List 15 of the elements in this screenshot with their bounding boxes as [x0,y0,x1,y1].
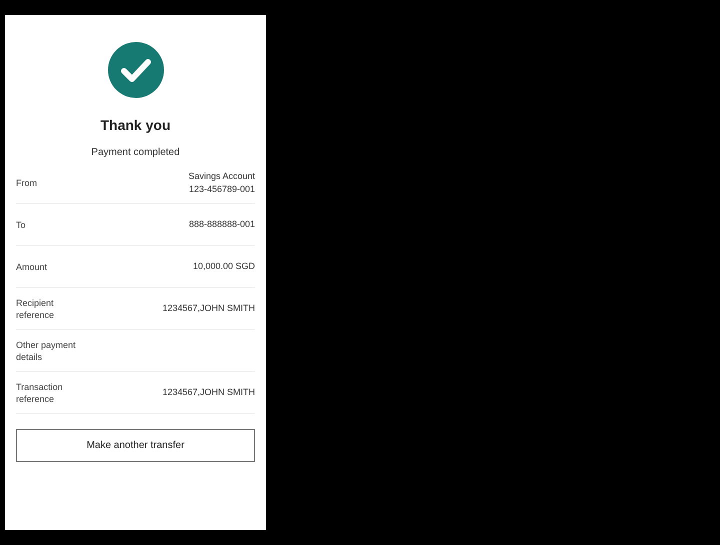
detail-label: To [16,218,26,230]
detail-value: 888-888888-001 [188,218,255,231]
detail-label: Other payment details [16,338,77,362]
detail-value: 1234567,JOHN SMITH [162,386,255,399]
detail-value: Savings Account 123-456789-001 [188,170,255,196]
detail-label: Transaction reference [16,380,64,404]
title: Thank you [99,116,172,135]
make-another-transfer-button[interactable]: Make another transfer [16,429,255,462]
detail-label: Recipient reference [16,296,56,320]
check-circle-icon [108,42,164,98]
detail-label: Amount [16,260,48,272]
detail-label: From [16,176,37,188]
subtitle: Payment completed [90,146,181,160]
detail-value: 10,000.00 SGD [192,260,255,273]
detail-value: 1234567,JOHN SMITH [162,302,255,315]
